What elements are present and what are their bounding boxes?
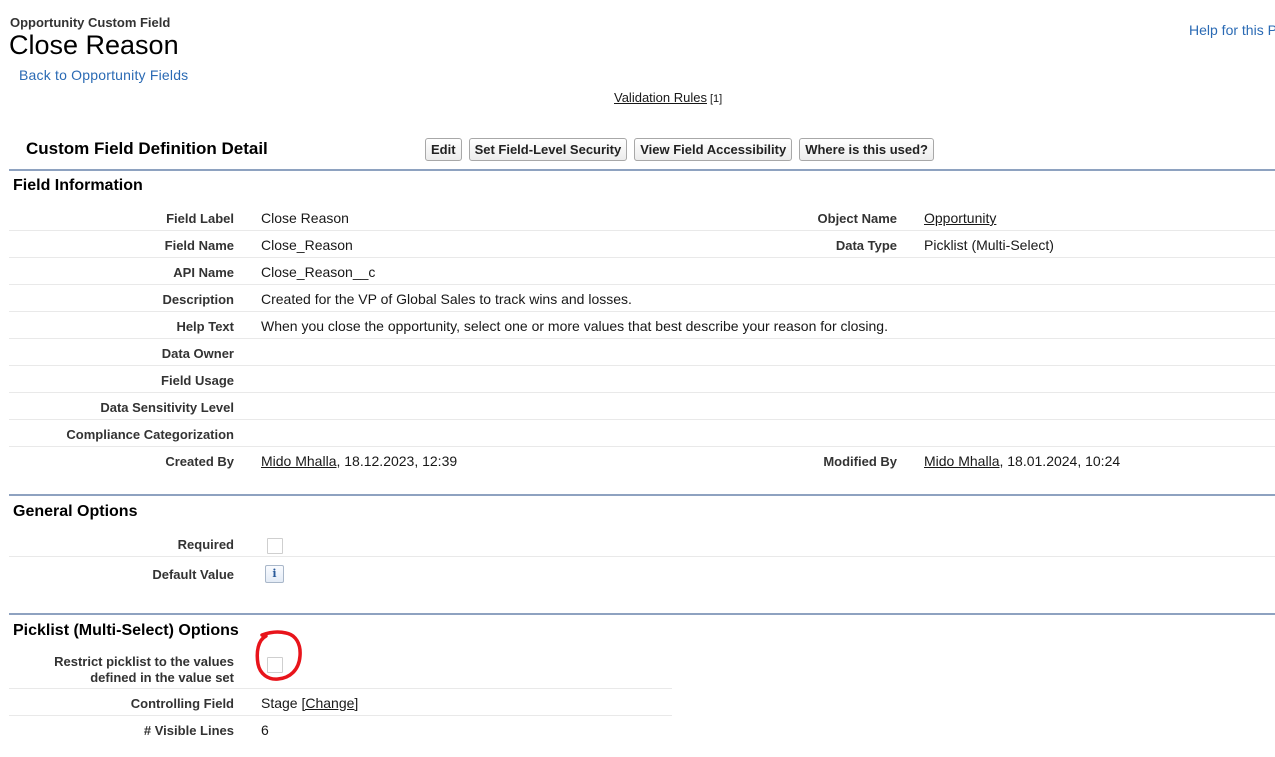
help-for-this-page-link[interactable]: Help for this P [1189, 22, 1275, 38]
default-value-row: Default Value i [9, 560, 1275, 587]
field-usage-row: Field Usage [9, 366, 1275, 393]
visible-lines-value: 6 [261, 722, 269, 738]
controlling-field-name: Stage [261, 695, 298, 711]
validation-rules-link[interactable]: Validation Rules [614, 90, 707, 105]
info-icon[interactable]: i [265, 565, 284, 583]
data-type-value: Picklist (Multi-Select) [924, 237, 1054, 253]
detail-section-title: Custom Field Definition Detail [26, 139, 268, 158]
restrict-picklist-row: Restrict picklist to the values defined i… [9, 649, 672, 689]
modified-by-date: , 18.01.2024, 10:24 [999, 453, 1121, 469]
api-name-row: API Name Close_Reason__c [9, 258, 1275, 285]
api-name-label: API Name [173, 265, 234, 280]
compliance-categorization-label: Compliance Categorization [66, 427, 234, 442]
modified-by-value: Mido Mhalla, 18.01.2024, 10:24 [924, 453, 1120, 469]
description-value: Created for the VP of Global Sales to tr… [261, 291, 632, 307]
annotation-circle [255, 630, 302, 681]
field-usage-label: Field Usage [161, 373, 234, 388]
page-title: Close Reason [9, 30, 179, 60]
description-label: Description [162, 292, 234, 307]
default-value-label: Default Value [152, 567, 234, 582]
help-text-row: Help Text When you close the opportunity… [9, 312, 1275, 339]
data-sensitivity-label: Data Sensitivity Level [100, 400, 234, 415]
compliance-row: Compliance Categorization [9, 420, 1275, 447]
back-to-fields-link[interactable]: Back to Opportunity Fields [19, 67, 188, 83]
visible-lines-label: # Visible Lines [143, 723, 234, 738]
view-field-accessibility-button[interactable]: View Field Accessibility [634, 138, 793, 161]
restrict-label-line2: defined in the value set [90, 670, 234, 685]
created-modified-row: Created By Mido Mhalla, 18.12.2023, 12:3… [9, 447, 1275, 474]
controlling-field-value: Stage [Change] [261, 695, 358, 711]
data-sensitivity-row: Data Sensitivity Level [9, 393, 1275, 420]
section-divider [9, 169, 1275, 171]
required-label: Required [177, 537, 234, 552]
section-divider [9, 613, 1275, 615]
section-divider [9, 494, 1275, 496]
object-name-link[interactable]: Opportunity [924, 210, 996, 226]
field-name-row: Field Name Close_Reason Data Type Pickli… [9, 231, 1275, 258]
help-text-label: Help Text [176, 319, 234, 334]
controlling-field-label: Controlling Field [130, 696, 234, 711]
modified-by-user-link[interactable]: Mido Mhalla [924, 453, 999, 469]
change-controlling-field-link[interactable]: [Change] [301, 695, 358, 711]
visible-lines-row: # Visible Lines 6 [9, 716, 672, 743]
description-row: Description Created for the VP of Global… [9, 285, 1275, 312]
picklist-options-heading: Picklist (Multi-Select) Options [13, 622, 239, 639]
general-options-heading: General Options [13, 503, 138, 520]
modified-by-label: Modified By [823, 454, 897, 469]
data-owner-label: Data Owner [161, 346, 234, 361]
required-checkbox [267, 538, 283, 554]
field-label-row: Field Label Close Reason Object Name Opp… [9, 204, 1275, 231]
restrict-picklist-label: Restrict picklist to the values defined i… [54, 654, 234, 686]
required-row: Required [9, 530, 1275, 557]
detail-button-bar: Edit Set Field-Level Security View Field… [425, 138, 934, 161]
object-name-value: Opportunity [924, 210, 996, 226]
where-is-this-used-button[interactable]: Where is this used? [799, 138, 934, 161]
data-type-label: Data Type [835, 238, 897, 253]
validation-rules-related-link: Validation Rules [1] [614, 90, 722, 105]
restrict-label-line1: Restrict picklist to the values [54, 654, 234, 669]
api-name-value: Close_Reason__c [261, 264, 376, 280]
data-owner-row: Data Owner [9, 339, 1275, 366]
page-object-type: Opportunity Custom Field [10, 15, 171, 30]
controlling-field-row: Controlling Field Stage [Change] [9, 689, 672, 716]
object-name-label: Object Name [817, 211, 897, 226]
edit-button[interactable]: Edit [425, 138, 462, 161]
set-field-level-security-button[interactable]: Set Field-Level Security [468, 138, 628, 161]
validation-rules-count: [1] [709, 93, 723, 105]
help-text-value: When you close the opportunity, select o… [261, 318, 888, 334]
field-information-heading: Field Information [13, 177, 143, 194]
